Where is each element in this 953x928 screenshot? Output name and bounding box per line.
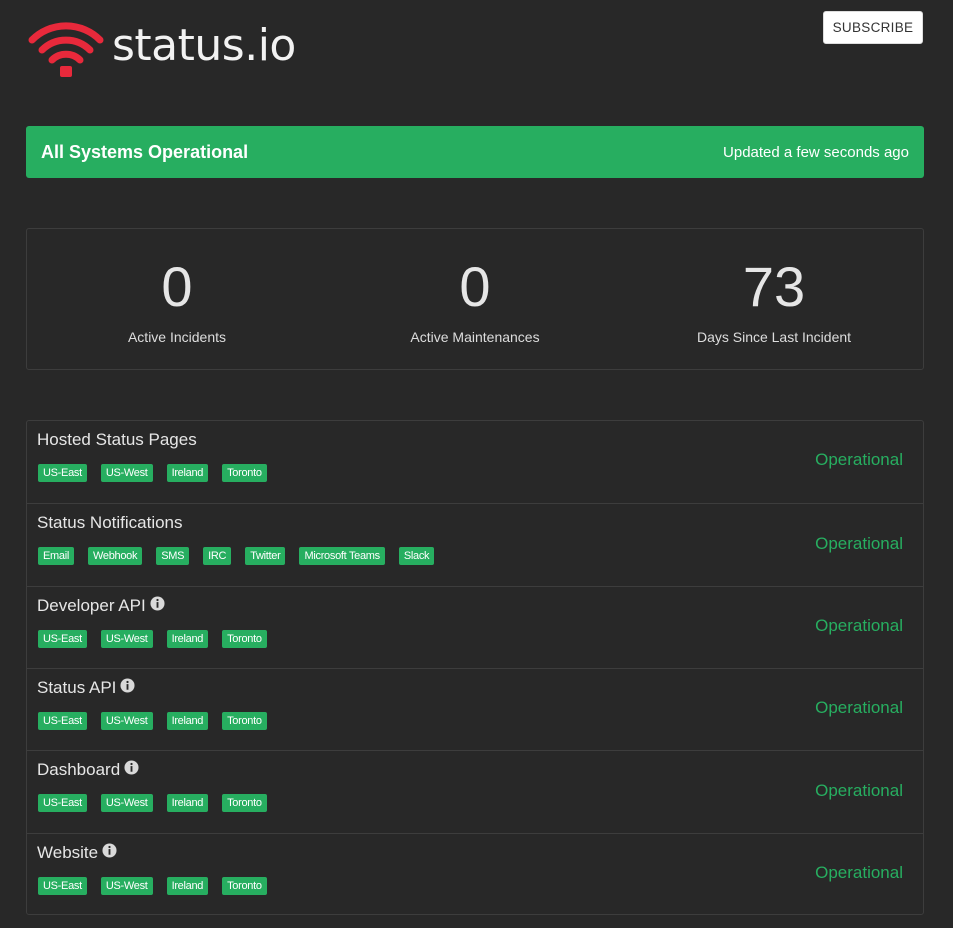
stat-label: Active Incidents bbox=[127, 329, 227, 345]
region-tag: Ireland bbox=[166, 794, 209, 812]
component-status: Operational bbox=[815, 450, 903, 469]
component-name: Developer API bbox=[37, 596, 165, 616]
components-list: Hosted Status Pages US-East US-West Ireland… bbox=[26, 420, 924, 915]
region-tag: US-West bbox=[100, 630, 153, 648]
region-tag: US-East bbox=[38, 877, 87, 895]
stat-label: Active Maintenances bbox=[410, 329, 540, 345]
status-banner: All Systems Operational Updated a few se… bbox=[26, 126, 924, 178]
component-name-label: Dashboard bbox=[37, 760, 121, 779]
status-page: status.io SUBSCRIBE All Systems Operatio… bbox=[0, 0, 953, 928]
component-status: Operational bbox=[815, 863, 903, 882]
region-tag: US-East bbox=[38, 712, 87, 730]
region-tag: Ireland bbox=[166, 877, 209, 895]
component-name: Status API bbox=[37, 678, 135, 698]
region-tags: US-East US-West Ireland Toronto bbox=[38, 630, 267, 648]
overall-status-title: All Systems Operational bbox=[41, 141, 249, 162]
component-name-label: Hosted Status Pages bbox=[37, 430, 197, 449]
last-updated-text: Updated a few seconds ago bbox=[723, 143, 909, 161]
region-tags: US-East US-West Ireland Toronto bbox=[38, 877, 267, 895]
region-tag: SMS bbox=[156, 547, 190, 565]
component-status: Operational bbox=[815, 698, 903, 717]
info-icon[interactable] bbox=[124, 760, 139, 780]
region-tag: Ireland bbox=[166, 712, 209, 730]
info-icon[interactable] bbox=[150, 596, 165, 616]
component-name-label: Status API bbox=[37, 678, 117, 697]
component-name: Dashboard bbox=[37, 760, 139, 780]
region-tag: Toronto bbox=[222, 877, 267, 895]
region-tag: US-East bbox=[38, 630, 87, 648]
region-tag: US-East bbox=[38, 794, 87, 812]
stat-active-maintenances: 0 Active Maintenances bbox=[325, 229, 625, 345]
region-tag: Slack bbox=[398, 547, 435, 565]
region-tag: Ireland bbox=[166, 464, 209, 482]
region-tag: Ireland bbox=[166, 630, 209, 648]
region-tags: Email Webhook SMS IRC Twitter Microsoft Teams… bbox=[38, 547, 435, 565]
region-tag: Toronto bbox=[222, 464, 267, 482]
component-name: Website bbox=[37, 843, 117, 863]
component-row: Developer API US-East US-West Ireland Toront… bbox=[27, 586, 923, 668]
stat-value: 0 bbox=[161, 255, 193, 318]
region-tag: US-West bbox=[100, 712, 153, 730]
region-tag: US-East bbox=[38, 464, 87, 482]
region-tag: IRC bbox=[203, 547, 232, 565]
stat-value: 0 bbox=[459, 255, 491, 318]
component-name: Hosted Status Pages bbox=[37, 430, 197, 450]
region-tag: US-West bbox=[100, 877, 153, 895]
component-row: Status API US-East US-West Ireland Toronto Op… bbox=[27, 668, 923, 750]
info-icon[interactable] bbox=[102, 843, 117, 863]
stats-panel: 0 Active Incidents 0 Active Maintenances… bbox=[26, 228, 924, 370]
stat-value: 73 bbox=[742, 255, 806, 318]
logo[interactable]: status.io bbox=[28, 20, 296, 78]
info-icon[interactable] bbox=[120, 678, 135, 698]
component-row: Dashboard US-East US-West Ireland Toronto Ope… bbox=[27, 750, 923, 833]
component-status: Operational bbox=[815, 616, 903, 635]
component-row: Status Notifications Email Webhook SMS IRC Tw… bbox=[27, 503, 923, 586]
component-row: Hosted Status Pages US-East US-West Ireland… bbox=[27, 421, 923, 503]
region-tag: US-West bbox=[100, 464, 153, 482]
component-name-label: Website bbox=[37, 843, 99, 862]
region-tags: US-East US-West Ireland Toronto bbox=[38, 712, 267, 730]
stat-active-incidents: 0 Active Incidents bbox=[27, 229, 327, 345]
region-tag: Toronto bbox=[222, 794, 267, 812]
region-tag: Toronto bbox=[222, 712, 267, 730]
wifi-signal-icon bbox=[28, 22, 104, 77]
component-row: Website US-East US-West Ireland Toronto Opera… bbox=[27, 833, 923, 915]
region-tags: US-East US-West Ireland Toronto bbox=[38, 464, 267, 482]
region-tag: Twitter bbox=[245, 547, 286, 565]
region-tag: Microsoft Teams bbox=[299, 547, 385, 565]
logo-text: status.io bbox=[112, 19, 296, 71]
component-name-label: Developer API bbox=[37, 596, 146, 615]
component-status: Operational bbox=[815, 780, 903, 800]
stat-days-since-incident: 73 Days Since Last Incident bbox=[624, 229, 924, 345]
stat-label: Days Since Last Incident bbox=[696, 329, 852, 345]
region-tag: Webhook bbox=[88, 547, 143, 565]
component-name-label: Status Notifications bbox=[37, 513, 183, 532]
subscribe-button[interactable]: SUBSCRIBE bbox=[823, 11, 923, 44]
component-status: Operational bbox=[815, 533, 903, 553]
region-tags: US-East US-West Ireland Toronto bbox=[38, 794, 267, 812]
region-tag: Email bbox=[38, 547, 75, 565]
region-tag: Toronto bbox=[222, 630, 267, 648]
region-tag: US-West bbox=[100, 794, 153, 812]
component-name: Status Notifications bbox=[37, 513, 183, 533]
